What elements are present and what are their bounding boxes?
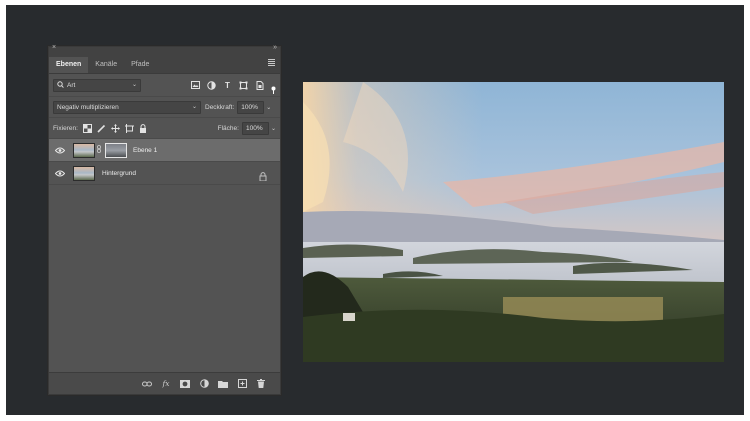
fill-value: 100% xyxy=(245,124,263,132)
panel-menu-icon[interactable] xyxy=(268,59,275,66)
lock-transparency-icon[interactable] xyxy=(82,123,93,134)
opacity-dropdown-icon[interactable]: ⌄ xyxy=(266,104,271,111)
chevron-down-icon: ⌄ xyxy=(191,103,197,110)
pixel-filter-icon[interactable] xyxy=(190,80,201,91)
lock-row: Fixieren: Fläche: 100% ⌄ xyxy=(49,118,280,139)
opacity-field[interactable]: 100% xyxy=(237,100,265,114)
layer-name[interactable]: Ebene 1 xyxy=(133,147,157,154)
fill-field[interactable]: 100% xyxy=(241,121,269,135)
visibility-eye-icon[interactable] xyxy=(54,145,65,156)
layer-list: Ebene 1 Hintergrund xyxy=(49,139,280,185)
workspace: × » Ebenen Kanäle Pfade Art ⌄ T Negativ … xyxy=(6,5,744,415)
blend-row: Negativ multiplizieren ⌄ Deckkraft: 100%… xyxy=(49,97,280,118)
landscape-photo xyxy=(303,82,724,362)
add-mask-icon[interactable] xyxy=(180,379,190,389)
panel-tab-bar: Ebenen Kanäle Pfade xyxy=(49,54,280,74)
lock-artboard-icon[interactable] xyxy=(124,123,135,134)
layer-row-hintergrund[interactable]: Hintergrund xyxy=(49,162,280,185)
layer-mask-thumbnail[interactable] xyxy=(105,142,127,158)
opacity-label: Deckkraft: xyxy=(205,103,235,111)
smart-object-filter-icon[interactable] xyxy=(254,80,265,91)
layers-panel: × » Ebenen Kanäle Pfade Art ⌄ T Negativ … xyxy=(48,44,281,395)
shape-filter-icon[interactable] xyxy=(238,80,249,91)
link-layers-icon[interactable] xyxy=(142,379,152,389)
filter-kind-value: Art xyxy=(67,81,76,89)
filter-toggle-icon[interactable] xyxy=(271,81,276,94)
collapse-panel-icon[interactable]: » xyxy=(273,44,277,51)
layer-name[interactable]: Hintergrund xyxy=(102,170,136,177)
panel-footer: fx xyxy=(49,372,280,394)
new-group-icon[interactable] xyxy=(218,379,228,389)
fx-icon[interactable]: fx xyxy=(161,379,171,389)
layer-thumbnail[interactable] xyxy=(73,165,95,181)
visibility-eye-icon[interactable] xyxy=(54,168,65,179)
mask-link-icon[interactable] xyxy=(97,145,101,155)
filter-kind-select[interactable]: Art ⌄ xyxy=(53,78,141,93)
layer-lock-icon[interactable] xyxy=(259,168,267,182)
type-filter-icon[interactable]: T xyxy=(222,80,233,91)
tab-pfade[interactable]: Pfade xyxy=(124,57,156,73)
panel-title-strip: × » xyxy=(49,44,280,54)
lock-label: Fixieren: xyxy=(53,124,78,132)
chevron-down-icon: ⌄ xyxy=(131,81,137,88)
blend-mode-select[interactable]: Negativ multiplizieren ⌄ xyxy=(53,100,201,114)
new-layer-icon[interactable] xyxy=(237,379,247,389)
layer-filter-row: Art ⌄ T xyxy=(49,74,280,97)
fill-dropdown-icon[interactable]: ⌄ xyxy=(271,125,276,132)
fill-label: Fläche: xyxy=(217,124,239,132)
layer-row-ebene-1[interactable]: Ebene 1 xyxy=(49,139,280,162)
document-canvas-photo[interactable] xyxy=(303,82,724,362)
trash-icon[interactable] xyxy=(256,379,266,389)
lock-position-icon[interactable] xyxy=(110,123,121,134)
tab-kanaele[interactable]: Kanäle xyxy=(88,57,124,73)
tab-ebenen[interactable]: Ebenen xyxy=(49,57,89,73)
adjustment-layer-icon[interactable] xyxy=(199,379,209,389)
adjustment-filter-icon[interactable] xyxy=(206,80,217,91)
close-panel-icon[interactable]: × xyxy=(52,44,56,51)
search-icon xyxy=(57,80,64,93)
lock-all-icon[interactable] xyxy=(138,123,149,134)
opacity-value: 100% xyxy=(241,103,258,111)
lock-pixels-icon[interactable] xyxy=(96,123,107,134)
layer-thumbnail[interactable] xyxy=(73,142,95,158)
blend-mode-value: Negativ multiplizieren xyxy=(57,103,119,111)
